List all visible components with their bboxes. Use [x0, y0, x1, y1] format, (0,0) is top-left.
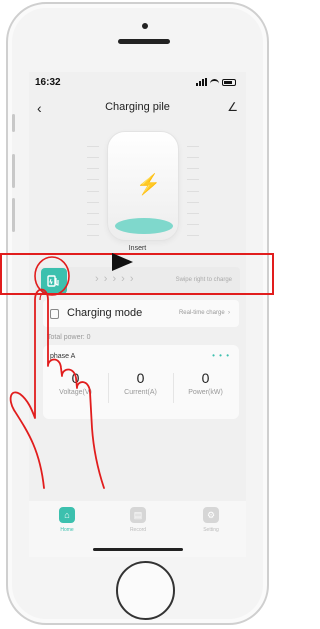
- earpiece-speaker: [118, 39, 170, 44]
- status-time: 16:32: [35, 77, 61, 88]
- volume-down-button: [12, 198, 15, 232]
- swipe-handle[interactable]: [41, 268, 67, 294]
- tab-record-label: Record: [129, 527, 147, 533]
- charger-base-glow: [115, 218, 173, 234]
- total-power: Total power: 0: [47, 334, 91, 341]
- volume-up-button: [12, 154, 15, 188]
- swipe-arrows: › › › › ›: [95, 273, 135, 285]
- phase-label: phase A: [50, 353, 76, 360]
- current-value: 0: [136, 370, 145, 386]
- signal-icon: [196, 78, 207, 86]
- page-title: Charging pile: [105, 101, 170, 113]
- current-metric: 0 Current(A): [108, 370, 173, 396]
- home-button[interactable]: [116, 561, 175, 620]
- charging-mode-value: Real-time charge ›: [178, 310, 230, 316]
- status-bar: 16:32: [29, 72, 246, 92]
- tab-home[interactable]: ⌂ Home: [42, 507, 92, 533]
- wifi-icon: [210, 79, 219, 85]
- front-camera: [142, 23, 148, 29]
- lightning-bolt-icon: ⚡: [136, 174, 161, 196]
- connector-status: Insert: [128, 245, 147, 252]
- power-value: 0: [201, 370, 210, 386]
- home-icon: ⌂: [59, 507, 75, 523]
- chevron-right-icon: ›: [228, 310, 230, 316]
- charging-mode-icon: [50, 309, 59, 319]
- settings-icon: ⚙: [203, 507, 219, 523]
- phase-a-card: phase A • • • 0 Voltage(V) 0 Current(A) …: [43, 345, 239, 419]
- navigation-bar: ‹ Charging pile ∠: [29, 97, 246, 117]
- voltage-label: Voltage(V): [59, 389, 92, 396]
- more-dots-icon[interactable]: • • •: [212, 351, 230, 360]
- current-label: Current(A): [124, 389, 157, 396]
- power-metric: 0 Power(kW): [173, 370, 238, 396]
- charger-plug-icon: [47, 275, 59, 287]
- tab-home-label: Home: [60, 527, 74, 533]
- decorative-ticks-left: [87, 146, 99, 236]
- voltage-metric: 0 Voltage(V): [43, 370, 108, 396]
- swipe-hint: Swipe right to charge: [175, 277, 232, 283]
- home-indicator: [93, 548, 183, 551]
- power-label: Power(kW): [188, 389, 223, 396]
- app-screen: 16:32 ‹ Charging pile ∠ ⚡ Insert › › › ›…: [29, 72, 246, 557]
- tab-setting-label: Setting: [203, 527, 219, 533]
- record-icon: ▤: [130, 507, 146, 523]
- voltage-value: 0: [71, 370, 80, 386]
- charging-mode-row[interactable]: Charging mode Real-time charge ›: [43, 300, 239, 327]
- swipe-to-charge-slider[interactable]: › › › › › Swipe right to charge: [35, 267, 240, 295]
- charger-illustration: ⚡: [107, 131, 179, 241]
- tab-record[interactable]: ▤ Record: [113, 507, 163, 533]
- edit-pen-icon[interactable]: ∠: [227, 100, 238, 114]
- battery-icon: [222, 78, 236, 86]
- decorative-ticks-right: [187, 146, 199, 236]
- status-icons: [196, 78, 236, 86]
- tab-setting[interactable]: ⚙ Setting: [186, 507, 236, 533]
- charging-mode-label: Charging mode: [67, 307, 143, 319]
- mute-switch: [12, 114, 15, 132]
